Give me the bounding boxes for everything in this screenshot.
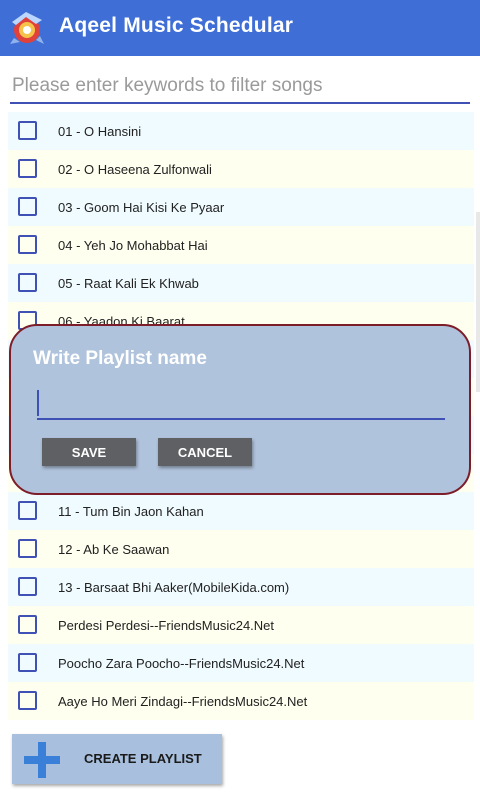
- song-row[interactable]: Aaye Ho Meri Zindagi--FriendsMusic24.Net: [8, 682, 474, 720]
- song-checkbox[interactable]: [18, 159, 37, 178]
- song-row[interactable]: Perdesi Perdesi--FriendsMusic24.Net: [8, 606, 474, 644]
- song-checkbox[interactable]: [18, 501, 37, 520]
- song-row[interactable]: 02 - O Haseena Zulfonwali: [8, 150, 474, 188]
- song-label: Aaye Ho Meri Zindagi--FriendsMusic24.Net: [58, 693, 308, 709]
- create-playlist-label: CREATE PLAYLIST: [84, 751, 202, 766]
- playlist-name-field[interactable]: [37, 386, 445, 420]
- song-label: 13 - Barsaat Bhi Aaker(MobileKida.com): [58, 579, 290, 595]
- song-label: 11 - Tum Bin Jaon Kahan: [58, 503, 204, 519]
- song-label: 01 - O Hansini: [58, 123, 142, 139]
- song-row[interactable]: Poocho Zara Poocho--FriendsMusic24.Net: [8, 644, 474, 682]
- scrollbar[interactable]: [476, 212, 480, 392]
- song-row[interactable]: 11 - Tum Bin Jaon Kahan: [8, 492, 474, 530]
- song-label: 02 - O Haseena Zulfonwali: [58, 161, 212, 177]
- song-checkbox[interactable]: [18, 197, 37, 216]
- search-input[interactable]: [10, 70, 470, 102]
- save-button[interactable]: SAVE: [42, 438, 136, 466]
- text-cursor: [37, 390, 39, 416]
- song-checkbox[interactable]: [18, 691, 37, 710]
- song-label: 05 - Raat Kali Ek Khwab: [58, 275, 199, 291]
- create-playlist-button[interactable]: CREATE PLAYLIST: [12, 734, 222, 784]
- app-title: Aqeel Music Schedular: [59, 14, 294, 37]
- song-checkbox[interactable]: [18, 653, 37, 672]
- song-row[interactable]: 12 - Ab Ke Saawan: [8, 530, 474, 568]
- song-label: 03 - Goom Hai Kisi Ke Pyaar: [58, 199, 225, 215]
- cancel-button[interactable]: CANCEL: [158, 438, 252, 466]
- song-checkbox[interactable]: [18, 615, 37, 634]
- plus-icon: [24, 742, 60, 778]
- song-checkbox[interactable]: [18, 539, 37, 558]
- app-bar: Aqeel Music Schedular: [0, 0, 480, 56]
- song-checkbox[interactable]: [18, 121, 37, 140]
- song-checkbox[interactable]: [18, 273, 37, 292]
- song-row[interactable]: 01 - O Hansini: [8, 112, 474, 150]
- song-label: 04 - Yeh Jo Mohabbat Hai: [58, 237, 208, 253]
- dialog-title: Write Playlist name: [33, 348, 207, 369]
- music-note-logo-icon: [10, 12, 44, 44]
- song-checkbox[interactable]: [18, 235, 37, 254]
- song-row[interactable]: 05 - Raat Kali Ek Khwab: [8, 264, 474, 302]
- song-label: Perdesi Perdesi--FriendsMusic24.Net: [58, 617, 275, 633]
- song-row[interactable]: 04 - Yeh Jo Mohabbat Hai: [8, 226, 474, 264]
- playlist-name-input[interactable]: [37, 386, 445, 418]
- song-row[interactable]: 03 - Goom Hai Kisi Ke Pyaar: [8, 188, 474, 226]
- song-label: 12 - Ab Ke Saawan: [58, 541, 170, 557]
- search-field[interactable]: [10, 70, 470, 104]
- playlist-name-dialog: Write Playlist name SAVE CANCEL: [9, 324, 471, 495]
- song-checkbox[interactable]: [18, 577, 37, 596]
- song-label: Poocho Zara Poocho--FriendsMusic24.Net: [58, 655, 305, 671]
- song-row[interactable]: 13 - Barsaat Bhi Aaker(MobileKida.com): [8, 568, 474, 606]
